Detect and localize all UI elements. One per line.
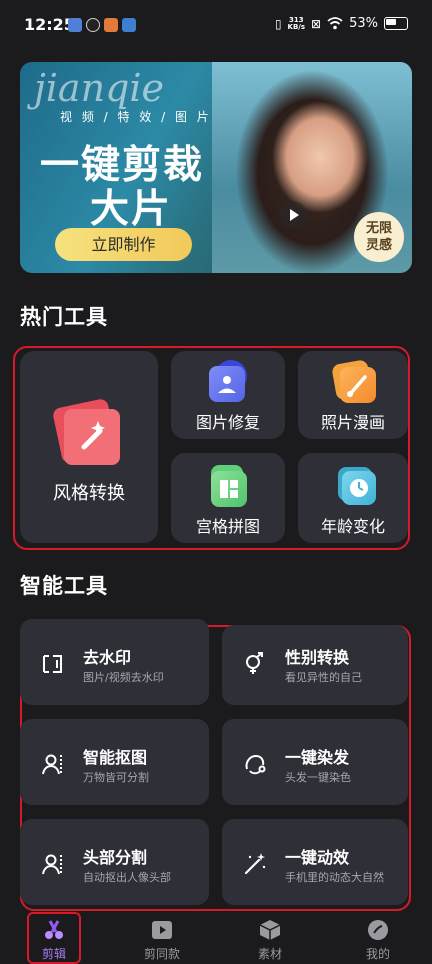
cube-icon bbox=[259, 920, 281, 940]
hot-tools-title: 热门工具 bbox=[20, 305, 108, 329]
tool-label: 年龄变化 bbox=[320, 517, 385, 536]
banner-subtitle: 视 频 / 特 效 / 图 片 bbox=[60, 110, 212, 124]
smart-tool-title: 性别转换 bbox=[285, 648, 350, 667]
head-cutout-icon bbox=[42, 854, 62, 875]
tool-gender-swap[interactable]: 性别转换 看见异性的自己 bbox=[222, 625, 408, 705]
tool-remove-watermark[interactable]: 去水印 图片/视频去水印 bbox=[20, 619, 209, 705]
grid-icon bbox=[211, 471, 247, 507]
smart-tool-subtitle: 头发一键染色 bbox=[285, 771, 351, 784]
smart-tool-subtitle: 万物皆可分割 bbox=[83, 771, 149, 784]
tool-grid-collage[interactable]: 宫格拼图 bbox=[171, 453, 285, 543]
smart-tool-subtitle: 手机里的动态大自然 bbox=[285, 871, 384, 884]
tool-label: 风格转换 bbox=[53, 483, 125, 504]
tool-label: 图片修复 bbox=[195, 413, 260, 432]
smart-tool-title: 头部分割 bbox=[83, 848, 148, 867]
hair-icon bbox=[245, 754, 266, 775]
nav-item-label: 素材 bbox=[257, 947, 282, 961]
vibrate-icon: ▯ bbox=[274, 16, 282, 31]
status-right-group: ▯ 313 KB/s ⊠ 53% bbox=[275, 16, 408, 31]
watermark-icon bbox=[43, 655, 62, 673]
nav-active-highlight bbox=[27, 912, 81, 964]
banner-script-logo: jianqie bbox=[34, 66, 165, 110]
smart-tool-subtitle: 看见异性的自己 bbox=[285, 671, 362, 684]
profile-icon bbox=[368, 920, 388, 940]
nav-item-template[interactable]: 剪同款 bbox=[122, 912, 202, 962]
magic-wand-glyph bbox=[81, 421, 105, 450]
nav-item-label: 我的 bbox=[365, 947, 390, 961]
smart-tool-title: 去水印 bbox=[83, 648, 132, 667]
smart-tools-title: 智能工具 bbox=[20, 574, 108, 598]
tool-head-segmentation[interactable]: 头部分割 自动抠出人像头部 bbox=[20, 819, 209, 905]
nav-item-profile[interactable]: 我的 bbox=[338, 912, 418, 962]
wifi-icon bbox=[327, 17, 343, 30]
battery-icon bbox=[384, 17, 408, 30]
tool-one-click-animate[interactable]: 一键动效 手机里的动态大自然 bbox=[222, 819, 408, 905]
video-play-icon bbox=[152, 921, 172, 939]
app-notification-icon bbox=[104, 18, 118, 32]
tool-photo-cartoon[interactable]: 照片漫画 bbox=[298, 351, 408, 439]
smart-tool-subtitle: 自动抠出人像头部 bbox=[83, 871, 171, 884]
sparkle-wand-icon bbox=[244, 853, 266, 875]
status-notification-icons bbox=[68, 18, 136, 32]
promo-banner[interactable]: jianqie 视 频 / 特 效 / 图 片 一键剪裁 大片 立即制作 无限 … bbox=[20, 62, 412, 273]
app-notification-icon bbox=[86, 18, 100, 32]
battery-percent: 53% bbox=[349, 16, 378, 31]
make-now-button[interactable]: 立即制作 bbox=[55, 228, 192, 261]
nav-item-materials[interactable]: 素材 bbox=[230, 912, 310, 962]
app-notification-icon bbox=[122, 18, 136, 32]
app-notification-icon bbox=[68, 18, 82, 32]
paintbrush-icon bbox=[340, 367, 376, 403]
gender-icon bbox=[246, 652, 263, 674]
smart-tool-title: 一键染发 bbox=[285, 748, 350, 767]
play-icon[interactable] bbox=[279, 201, 307, 229]
tool-style-transfer[interactable]: 风格转换 bbox=[20, 351, 158, 543]
image-icon bbox=[209, 366, 245, 402]
net-speed: 313 KB/s bbox=[287, 15, 306, 31]
tool-smart-cutout[interactable]: 智能抠图 万物皆可分割 bbox=[20, 719, 209, 805]
tool-photo-repair[interactable]: 图片修复 bbox=[171, 351, 285, 439]
smart-tool-title: 一键动效 bbox=[285, 848, 350, 867]
person-cutout-icon bbox=[42, 754, 62, 775]
nav-item-label: 剪同款 bbox=[143, 947, 180, 961]
status-bar: 12:25 ▯ 313 KB/s ⊠ 53% bbox=[0, 0, 432, 50]
tool-hair-dye[interactable]: 一键染发 头发一键染色 bbox=[222, 719, 408, 805]
inspiration-badge: 无限 灵感 bbox=[354, 212, 404, 262]
smart-tool-subtitle: 图片/视频去水印 bbox=[83, 671, 164, 684]
clock-icon bbox=[342, 471, 376, 505]
tool-label: 照片漫画 bbox=[320, 413, 385, 432]
sim-icon: ⊠ bbox=[311, 16, 322, 31]
smart-tool-title: 智能抠图 bbox=[83, 748, 148, 767]
tool-label: 宫格拼图 bbox=[195, 517, 260, 536]
banner-title-line2: 大片 bbox=[90, 187, 173, 232]
tool-age-change[interactable]: 年龄变化 bbox=[298, 453, 408, 543]
